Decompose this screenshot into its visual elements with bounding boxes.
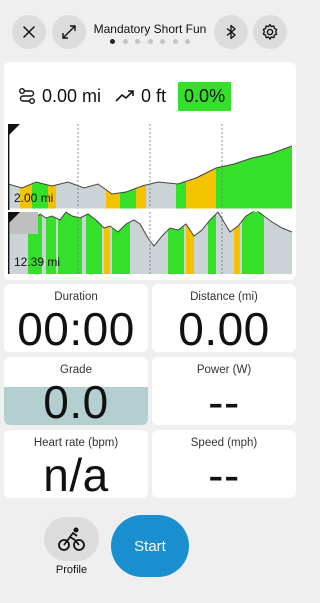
bluetooth-icon — [226, 24, 236, 40]
distance-value: 0.00 mi — [42, 85, 102, 106]
speed-value: -- — [208, 449, 240, 501]
start-button[interactable]: Start — [111, 515, 189, 577]
settings-button[interactable] — [253, 15, 287, 49]
fullscreen-button[interactable] — [52, 15, 86, 49]
page-dot[interactable] — [135, 39, 140, 44]
elevation-profile[interactable]: 2.00 mi 12.39 mi — [8, 124, 292, 276]
page-dot[interactable] — [160, 39, 165, 44]
lower-distance-label: 12.39 mi — [14, 255, 60, 269]
speed-tile[interactable]: Speed (mph) -- — [152, 430, 296, 501]
heart-rate-value: n/a — [43, 449, 109, 501]
upper-distance-label: 2.00 mi — [14, 191, 53, 205]
duration-value: 00:00 — [17, 303, 135, 355]
close-button[interactable] — [12, 15, 46, 49]
power-tile[interactable]: Power (W) -- — [152, 357, 296, 428]
grade-value: 0.0 — [43, 376, 109, 425]
page-dot[interactable] — [172, 39, 178, 44]
route-icon — [19, 88, 35, 104]
distance-summary: 0.00 mi — [18, 86, 101, 107]
elevation-summary: 0 ft — [115, 86, 166, 107]
duration-tile[interactable]: Duration 00:00 — [4, 284, 148, 355]
power-value: -- — [208, 376, 240, 428]
page-dot[interactable] — [185, 39, 190, 44]
upper-position-flag — [8, 124, 20, 136]
expand-arrows-icon — [62, 25, 76, 39]
distance-tile[interactable]: Distance (mi) 0.00 — [152, 284, 296, 355]
gear-icon — [262, 23, 278, 40]
elevation-value: 0 ft — [141, 85, 167, 106]
cyclist-icon — [57, 527, 85, 551]
page-dot[interactable] — [122, 39, 128, 44]
distance-tile-value: 0.00 — [178, 303, 270, 355]
bluetooth-button[interactable] — [214, 15, 248, 49]
top-bar: Mandatory Short Fun — [0, 0, 300, 62]
page-dot[interactable] — [147, 39, 153, 44]
workout-title: Mandatory Short Fun — [93, 22, 207, 36]
profile-button[interactable] — [44, 517, 99, 561]
profile-label: Profile — [55, 564, 88, 576]
close-icon — [23, 26, 35, 38]
trend-up-icon — [115, 90, 134, 102]
grade-tile[interactable]: Grade 0.0 — [4, 357, 148, 425]
page-dot[interactable] — [110, 39, 115, 44]
route-summary: 0.00 mi 0 ft 0.0% — [18, 80, 278, 112]
page-indicator — [110, 39, 190, 44]
grade-badge: 0.0% — [178, 81, 232, 111]
heart-rate-tile[interactable]: Heart rate (bpm) n/a — [4, 430, 148, 501]
